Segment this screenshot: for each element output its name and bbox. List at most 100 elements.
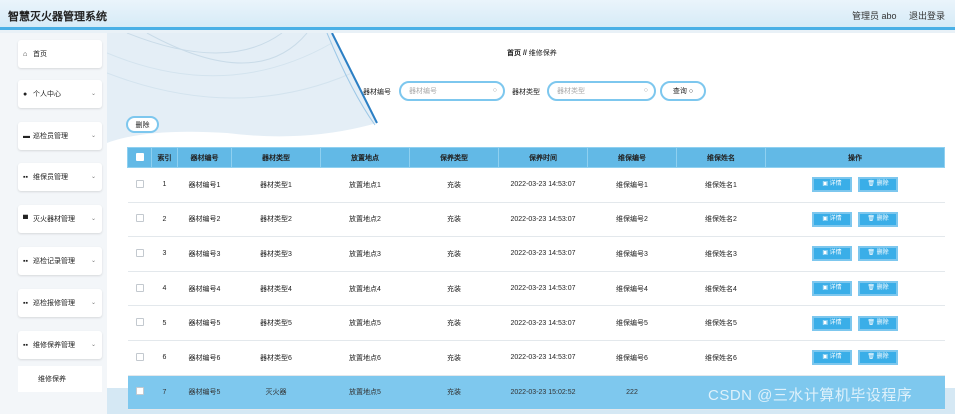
column-header-4: 放置地点 [320,147,410,168]
table-row[interactable]: 6 器材编号6 器材类型6 放置地点6 充装 2022-03-23 14:53:07 维保编… [127,340,945,376]
detail-button[interactable]: ▣ 详情 [812,281,852,297]
actions-cell: ▣ 详情 🗑 删除 [765,340,945,376]
table-cell: 充装 [409,305,499,341]
sidebar-item-3[interactable]: ▬ 巡检员管理 ⌄ [18,122,102,150]
breadcrumb-home[interactable]: 首页 [507,50,521,57]
detail-label: 详情 [829,215,842,222]
delete-button[interactable]: 🗑 删除 [858,177,898,193]
sidebar-item-5[interactable]: ▀ 灭火器材管理 ⌄ [18,205,102,233]
briefcase-icon: ▬ [23,132,30,140]
table-cell: 器材编号5 [177,375,232,411]
equipment-code-input[interactable]: 器材编号 ○ [399,81,505,101]
breadcrumb: 首页 // 维修保养 [507,48,557,58]
delete-label: 删除 [876,215,889,222]
equipment-code-label: 器材编号 [363,89,391,96]
table-cell: 器材编号2 [177,202,232,238]
row-checkbox[interactable] [135,179,144,188]
table-cell: 器材编号1 [177,167,232,203]
breadcrumb-separator: // [522,50,527,57]
table-cell: 4 [151,271,178,307]
actions-cell: ▣ 详情 🗑 删除 [765,271,945,307]
delete-button[interactable]: 🗑 删除 [858,315,898,331]
detail-button[interactable]: ▣ 详情 [812,211,852,227]
table-row[interactable]: 5 器材编号5 器材类型5 放置地点5 充装 2022-03-23 14:53:07 维保编… [127,305,945,341]
trash-icon: 🗑 [867,319,877,326]
table-cell: 1 [151,167,178,203]
detail-button[interactable]: ▣ 详情 [812,177,852,193]
sidebar-item-1[interactable]: ⌂ 首页 [18,40,102,68]
sidebar-item-7[interactable]: ▪▪ 巡检报修管理 ⌄ [18,289,102,317]
table-cell: 维保姓名2 [676,202,766,238]
device-icon: ▀ [23,215,28,223]
batch-delete-button[interactable]: 删除 [126,116,159,133]
equipment-type-input[interactable]: 器材类型 ○ [547,81,656,101]
table-row[interactable]: 1 器材编号1 器材类型1 放置地点1 充装 2022-03-23 14:53:07 维保编… [127,167,945,203]
chevron-down-icon: ⌄ [90,91,96,97]
chevron-down-icon: ⌄ [90,300,96,306]
grid-icon: ▪▪ [23,257,28,265]
row-checkbox[interactable] [135,352,144,361]
sidebar-item-6[interactable]: ▪▪ 巡检记录管理 ⌄ [18,247,102,275]
delete-button[interactable]: 🗑 删除 [858,211,898,227]
grid-icon: ▪▪ [23,341,28,349]
table-cell: 充装 [409,271,499,307]
sidebar-item-8[interactable]: ▪▪ 维修保养管理 ⌄ [18,331,102,359]
select-all-checkbox[interactable] [135,152,144,161]
delete-button[interactable]: 🗑 删除 [858,350,898,366]
trash-icon: 🗑 [867,285,877,292]
user-area: 管理员 abo 退出登录 [842,9,945,22]
detail-label: 详情 [829,354,842,361]
trash-icon: 🗑 [867,181,877,188]
actions-cell: ▣ 详情 🗑 删除 [765,305,945,341]
row-checkbox[interactable] [135,283,144,292]
delete-button[interactable]: 🗑 删除 [858,281,898,297]
row-checkbox[interactable] [135,318,144,327]
table-row[interactable]: 3 器材编号3 器材类型3 放置地点3 充装 2022-03-23 14:53:07 维保编… [127,236,945,272]
table-cell: 放置地点5 [320,375,410,411]
detail-button[interactable]: ▣ 详情 [812,315,852,331]
row-select-cell [127,236,152,272]
table-cell: 放置地点2 [320,202,410,238]
detail-icon: ▣ [822,250,830,257]
table-cell: 器材编号5 [177,305,232,341]
row-checkbox[interactable] [135,214,144,223]
table-cell: 充装 [409,236,499,272]
logout-link[interactable]: 退出登录 [909,11,945,21]
row-checkbox[interactable] [135,248,144,257]
grid-icon: ▪▪ [23,299,28,307]
row-select-cell [127,202,152,238]
sidebar-item-label: 灭火器材管理 [33,216,75,223]
query-button[interactable]: 查询 ○ [660,81,706,101]
table-cell: 维保姓名6 [676,340,766,376]
detail-button[interactable]: ▣ 详情 [812,350,852,366]
row-select-cell [127,305,152,341]
table-cell: 维保编号3 [587,236,677,272]
grid-icon: ▪▪ [23,173,28,181]
table-cell: 维保姓名5 [676,305,766,341]
detail-icon: ▣ [822,285,830,292]
table-row[interactable]: 4 器材编号4 器材类型4 放置地点4 充装 2022-03-23 14:53:07 维保编… [127,271,945,307]
delete-label: 删除 [876,319,889,326]
sidebar-item-label: 巡检记录管理 [33,258,75,265]
trash-icon: 🗑 [867,250,877,257]
table-row[interactable]: 2 器材编号2 器材类型2 放置地点2 充装 2022-03-23 14:53:07 维保编… [127,202,945,238]
table-cell: 器材编号3 [177,236,232,272]
table-cell: 222 [587,375,677,411]
table-cell: 2022-03-23 14:53:07 [498,236,588,272]
sidebar-subitem-maintenance[interactable]: 维修保养 [18,366,102,392]
main-content: 首页 // 维修保养 器材编号 器材编号 ○ 器材类型 器材类型 ○ 查询 ○ … [107,33,955,414]
sidebar-item-4[interactable]: ▪▪ 维保员管理 ⌄ [18,163,102,191]
table-cell: 器材类型5 [231,305,321,341]
actions-cell: ▣ 详情 🗑 删除 [765,167,945,203]
delete-button[interactable]: 🗑 删除 [858,246,898,262]
column-header-5: 保养类型 [409,147,499,168]
table-cell: 6 [151,340,178,376]
sidebar-item-2[interactable]: ● 个人中心 ⌄ [18,80,102,108]
row-checkbox[interactable] [135,387,144,396]
table-cell: 维保姓名3 [676,236,766,272]
detail-button[interactable]: ▣ 详情 [812,246,852,262]
search-icon: ○ [688,87,694,95]
delete-label: 删除 [876,250,889,257]
table-cell: 维保编号1 [587,167,677,203]
watermark: CSDN @三水计算机毕设程序 [708,387,913,404]
